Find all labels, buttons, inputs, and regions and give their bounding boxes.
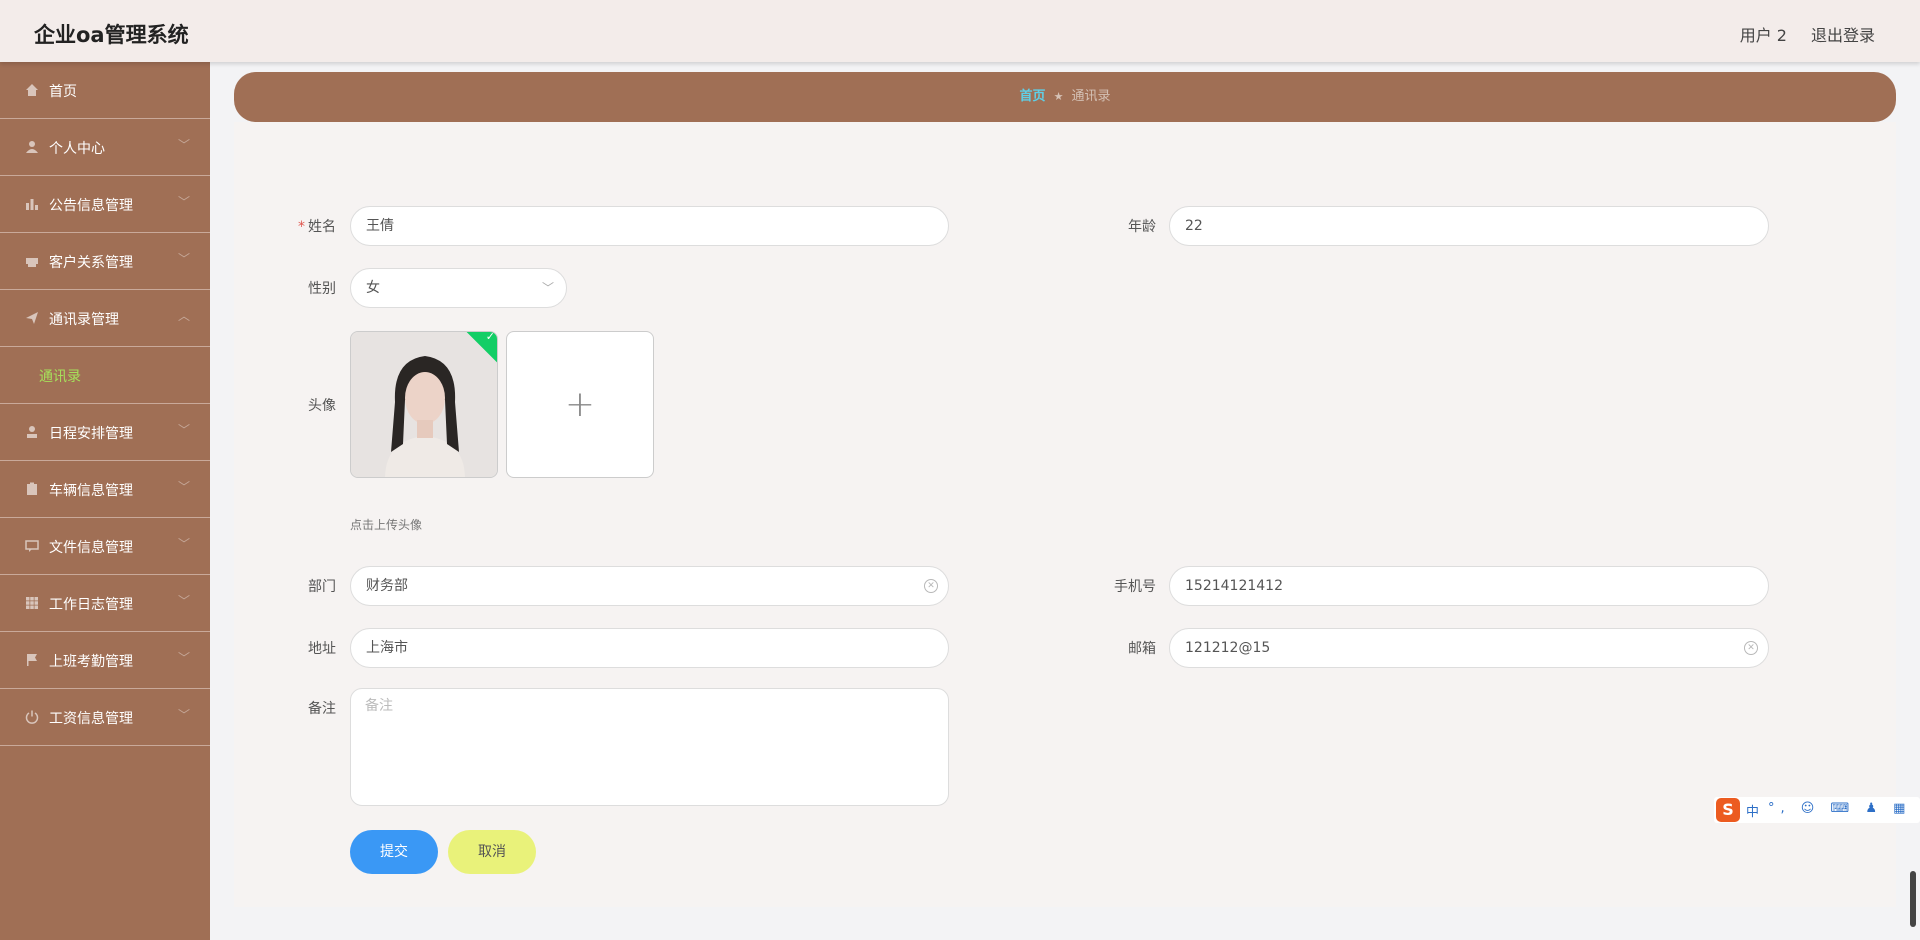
remark-textarea[interactable]: 备注: [350, 688, 949, 806]
avatar-upload-tip: 点击上传头像: [350, 518, 423, 532]
sidebar-item-schedule[interactable]: 日程安排管理 ﹀: [0, 404, 210, 461]
flag-icon: [27, 654, 37, 666]
ime-tool-icons[interactable]: °, ☺ ⌨ ♟ ▦: [1768, 801, 1911, 816]
breadcrumb-current: 通讯录: [1071, 89, 1111, 104]
phone-label: 手机号: [1114, 579, 1156, 595]
sidebar-item-announcements[interactable]: 公告信息管理 ﹀: [0, 176, 210, 233]
sidebar-item-label: 车辆信息管理: [49, 483, 133, 499]
logout-button[interactable]: 退出登录: [1811, 22, 1875, 46]
email-label: 邮箱: [1128, 641, 1156, 657]
sidebar-item-label: 首页: [49, 84, 77, 100]
send-icon: [26, 312, 38, 324]
breadcrumb-home[interactable]: 首页: [1020, 89, 1046, 104]
department-value: 财务部: [366, 578, 408, 594]
app-title: 企业oa管理系统: [34, 23, 189, 47]
sidebar-item-label: 上班考勤管理: [49, 654, 133, 670]
check-icon: ✓: [485, 331, 495, 344]
sidebar-item-vehicles[interactable]: 车辆信息管理 ﹀: [0, 461, 210, 518]
clipboard-icon: [27, 482, 37, 495]
chevron-down-icon: ﹀: [177, 594, 190, 608]
sidebar-subitem-label: 通讯录: [39, 369, 81, 385]
gender-select[interactable]: 女 ﹀: [350, 268, 567, 308]
sidebar-subitem-contacts[interactable]: 通讯录: [0, 347, 210, 404]
gender-value: 女: [366, 280, 380, 296]
breadcrumb: 首页 ★ 通讯录: [234, 72, 1896, 122]
department-field[interactable]: 财务部 ✕: [350, 566, 949, 606]
sidebar-item-home[interactable]: 首页: [0, 62, 210, 119]
sidebar-item-label: 日程安排管理: [49, 426, 133, 442]
sidebar-item-work-log[interactable]: 工作日志管理 ﹀: [0, 575, 210, 632]
sidebar-item-files[interactable]: 文件信息管理 ﹀: [0, 518, 210, 575]
avatar-portrait: [351, 332, 497, 477]
email-value: 121212@15: [1185, 640, 1271, 656]
sidebar-item-label: 文件信息管理: [49, 540, 133, 556]
chevron-up-icon: ︿: [177, 309, 190, 323]
avatar-upload-button[interactable]: +: [506, 331, 654, 478]
sidebar-item-crm[interactable]: 客户关系管理 ﹀: [0, 233, 210, 290]
chevron-down-icon: ﹀: [177, 252, 190, 266]
clear-icon[interactable]: ✕: [924, 579, 938, 593]
clear-icon[interactable]: ✕: [1744, 641, 1758, 655]
email-field[interactable]: 121212@15 ✕: [1169, 628, 1769, 668]
chevron-down-icon: ﹀: [177, 138, 190, 152]
scrollbar-thumb[interactable]: [1910, 871, 1916, 927]
top-header: 企业oa管理系统 用户 2 退出登录: [0, 0, 1920, 62]
avatar-label: 头像: [308, 398, 336, 414]
age-field[interactable]: 22: [1169, 206, 1769, 246]
grid-icon: [26, 597, 38, 609]
department-label: 部门: [308, 579, 336, 595]
sidebar-item-contacts-mgmt[interactable]: 通讯录管理 ︿: [0, 290, 210, 347]
sogou-logo-icon[interactable]: S: [1716, 798, 1740, 822]
contact-form: * 姓名 王倩 年龄 22 性别 女 ﹀ 头像 ✓ + 点击上传头像 部门 财务…: [234, 122, 1896, 907]
main-content: 首页 ★ 通讯录 * 姓名 王倩 年龄 22 性别 女 ﹀ 头像 ✓ + 点击上传头像: [210, 62, 1920, 940]
chevron-down-icon: ﹀: [541, 281, 554, 295]
user-icon: [26, 141, 38, 153]
sidebar-item-attendance[interactable]: 上班考勤管理 ﹀: [0, 632, 210, 689]
submit-button[interactable]: 提交: [350, 830, 438, 874]
home-icon: [26, 84, 38, 96]
address-field[interactable]: 上海市: [350, 628, 949, 668]
ime-toolbar[interactable]: S 中 °, ☺ ⌨ ♟ ▦: [1714, 797, 1920, 823]
sidebar-item-salary[interactable]: 工资信息管理 ﹀: [0, 689, 210, 746]
avatar-image[interactable]: ✓: [350, 331, 498, 478]
person-icon: [27, 426, 37, 438]
cancel-button[interactable]: 取消: [448, 830, 536, 874]
sidebar-item-label: 个人中心: [49, 141, 105, 157]
chevron-down-icon: ﹀: [177, 708, 190, 722]
required-mark: *: [298, 219, 305, 235]
chevron-down-icon: ﹀: [177, 195, 190, 209]
current-user[interactable]: 用户 2: [1740, 22, 1787, 46]
chevron-down-icon: ﹀: [177, 537, 190, 551]
remark-label: 备注: [308, 701, 336, 717]
chevron-down-icon: ﹀: [177, 651, 190, 665]
bar-chart-icon: [26, 199, 38, 210]
chevron-down-icon: ﹀: [177, 423, 190, 437]
chevron-down-icon: ﹀: [177, 480, 190, 494]
sidebar-item-label: 工作日志管理: [49, 597, 133, 613]
name-label: * 姓名: [298, 219, 336, 235]
power-icon: [25, 710, 39, 724]
sidebar-item-personal-center[interactable]: 个人中心 ﹀: [0, 119, 210, 176]
age-label: 年龄: [1128, 219, 1156, 235]
name-field[interactable]: 王倩: [350, 206, 949, 246]
printer-icon: [26, 258, 38, 267]
phone-field[interactable]: 15214121412: [1169, 566, 1769, 606]
sidebar-item-label: 通讯录管理: [49, 312, 119, 328]
chat-icon: [25, 540, 39, 552]
gender-label: 性别: [308, 281, 336, 297]
sidebar-item-label: 工资信息管理: [49, 711, 133, 727]
address-label: 地址: [308, 641, 336, 657]
star-icon: ★: [1053, 90, 1064, 103]
sidebar: 首页 个人中心 ﹀ 公告信息管理 ﹀ 客户关系管理 ﹀ 通讯录管理 ︿ 通讯录 …: [0, 62, 210, 940]
ime-mode-toggle[interactable]: 中: [1746, 801, 1759, 820]
sidebar-item-label: 公告信息管理: [49, 198, 133, 214]
plus-icon: +: [564, 384, 596, 425]
sidebar-item-label: 客户关系管理: [49, 255, 133, 271]
